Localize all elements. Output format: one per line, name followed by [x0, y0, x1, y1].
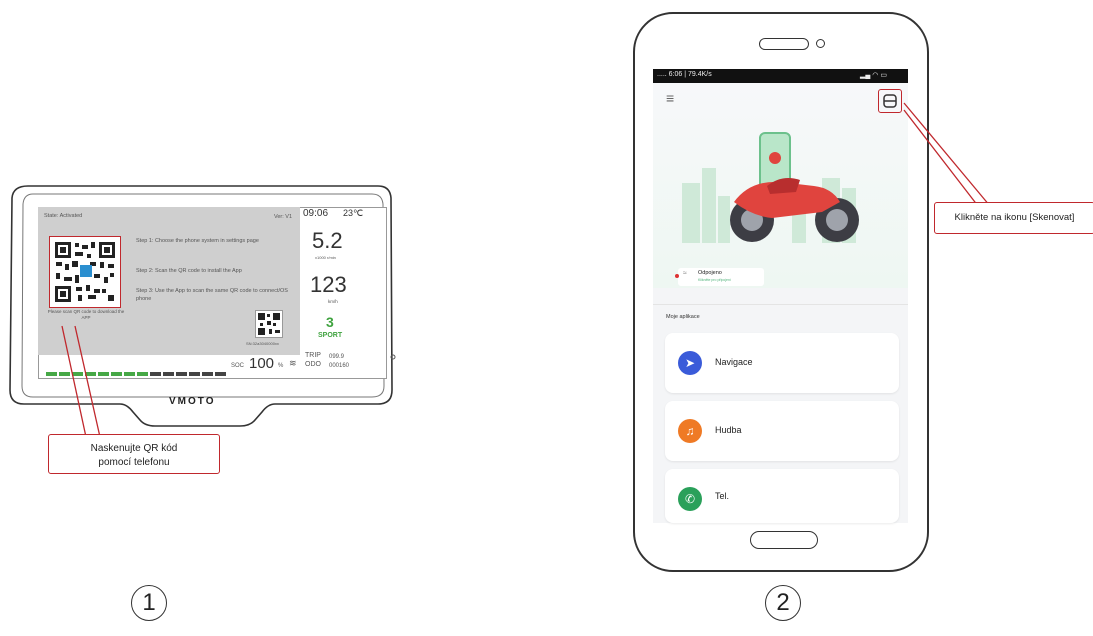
right-callout-pointer: [903, 102, 991, 207]
scan-icon-callout: Klikněte na ikonu [Skenovat]: [934, 202, 1093, 234]
step-number-1: 1: [131, 585, 167, 621]
step-number-2: 2: [765, 585, 801, 621]
